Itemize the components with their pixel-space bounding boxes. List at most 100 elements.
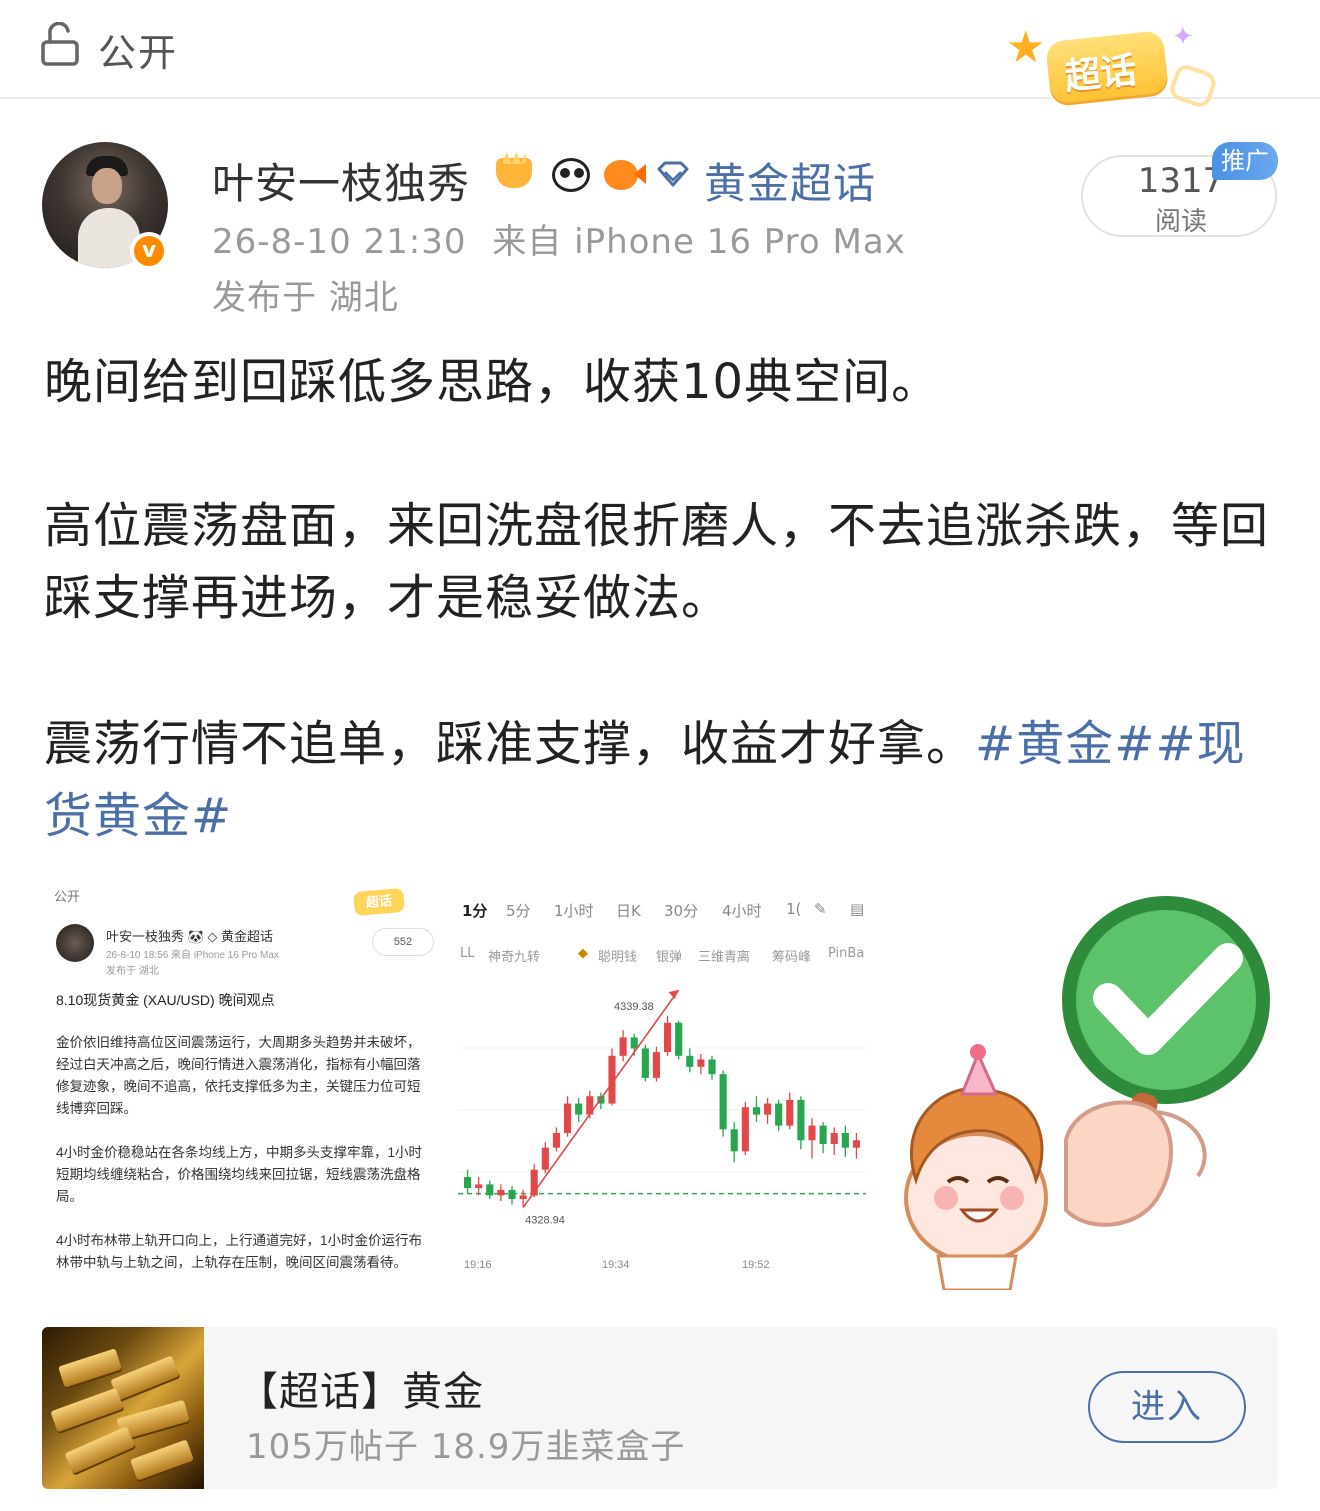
gold-bars-thumbnail bbox=[42, 1327, 204, 1489]
verified-badge-icon: v bbox=[130, 232, 168, 270]
candle-body bbox=[808, 1125, 816, 1141]
candle-body bbox=[664, 1022, 672, 1053]
candle-body bbox=[686, 1055, 694, 1067]
post-location: 发布于 湖北 bbox=[212, 278, 399, 318]
candle-body bbox=[575, 1103, 583, 1115]
candle-body bbox=[797, 1099, 805, 1141]
candle-body bbox=[652, 1052, 660, 1078]
mini-title: 8.10现货黄金 (XAU/USD) 晚间观点 bbox=[56, 992, 275, 1008]
candle-body bbox=[641, 1048, 649, 1078]
candle-body bbox=[786, 1099, 794, 1126]
candle-body bbox=[730, 1129, 738, 1152]
top-bar: 公开 ★ 超话 ✦ bbox=[0, 0, 1320, 111]
indicator: 筹码峰 bbox=[772, 950, 812, 965]
indicator: PinBa bbox=[828, 946, 865, 961]
mini-paragraph-2: 4小时金价稳稳站在各条均线上方，中期多头支撑牢靠，1小时短期均线缠绕粘合，价格围… bbox=[56, 1145, 423, 1204]
draw-tool-icon: ✎ bbox=[814, 900, 827, 918]
candle-body bbox=[486, 1184, 494, 1196]
candlestick-chart: 4339.38 4328.94 19:16 19:34 19:52 bbox=[458, 989, 866, 1271]
mini-paragraph-1: 金价依旧维持高位区间震荡运行，大周期多头趋势并未破坏，经过白天冲高之后，晚间行情… bbox=[56, 1035, 421, 1116]
calendar-icon: ▤ bbox=[850, 900, 865, 918]
image-gold-chart[interactable]: 1分 5分 1小时 日K 30分 4小时 1( ✎ ▤ LL 神奇九转 ◆ 聪明… bbox=[458, 880, 866, 1290]
candle-body bbox=[830, 1132, 838, 1144]
candle-body bbox=[841, 1132, 849, 1148]
star-icon: ★ bbox=[1006, 22, 1046, 73]
bubble-icon bbox=[1167, 61, 1219, 111]
supertopic-card[interactable]: 【超话】黄金 105万帖子 18.9万韭菜盒子 进入 bbox=[42, 1327, 1278, 1489]
mini-meta: 26-8-10 18:56 来自 iPhone 16 Pro Max bbox=[106, 950, 279, 961]
indicator: 银弹 bbox=[656, 950, 683, 965]
candle-body bbox=[508, 1189, 516, 1200]
candle-body bbox=[619, 1037, 627, 1056]
mini-author-name: 叶安一枝独秀 🐼 ◇ 黄金超话 bbox=[106, 929, 274, 944]
supertopic-stats: 105万帖子 18.9万韭菜盒子 bbox=[246, 1427, 686, 1467]
image-post-screenshot[interactable]: 公开 超话 叶安一枝独秀 🐼 ◇ 黄金超话 26-8-10 18:56 来自 i… bbox=[42, 880, 440, 1290]
indicator: LL bbox=[460, 946, 475, 961]
chart-tab: 1分 bbox=[462, 902, 488, 920]
author-name[interactable]: 叶安一枝独秀 bbox=[212, 150, 470, 211]
supertopic-badge-label: 超话 bbox=[1062, 50, 1139, 99]
candle-body bbox=[775, 1103, 783, 1126]
candle-body bbox=[852, 1140, 860, 1148]
supertopic-title: 【超话】黄金 bbox=[238, 1369, 484, 1415]
candle-body bbox=[475, 1184, 483, 1189]
mini-paragraph-3: 4小时布林带上轨开口向上，上行通道完好，1小时金价运行布林带中轨与上轨之间，上轨… bbox=[56, 1233, 423, 1270]
candle-body bbox=[719, 1074, 727, 1130]
crown-badge-icon[interactable] bbox=[488, 152, 538, 198]
sparkle-icon: ✦ bbox=[1172, 22, 1194, 52]
panda-badge-icon[interactable] bbox=[546, 152, 596, 198]
indicator: 三维青离 bbox=[698, 950, 751, 965]
candle-body bbox=[464, 1177, 472, 1189]
post-timestamp: 26-8-10 21:30 bbox=[212, 222, 467, 262]
unlock-icon bbox=[41, 22, 79, 66]
post-paragraph-3-text: 震荡行情不追单，踩准支撑，收益才好拿。 bbox=[44, 716, 976, 772]
post-paragraph-1: 晚间给到回踩低多思路，收获10典空间。 bbox=[44, 354, 941, 410]
candle-body bbox=[675, 1022, 683, 1056]
candle-body bbox=[708, 1059, 716, 1075]
post-meta: 26-8-10 21:30 来自 iPhone 16 Pro Max bbox=[212, 214, 906, 263]
mini-location: 发布于 湖北 bbox=[106, 966, 159, 977]
chart-tab: 30分 bbox=[664, 902, 699, 920]
time-axis-label: 19:16 bbox=[464, 1259, 492, 1271]
mini-read-count: 552 bbox=[372, 928, 434, 956]
post-paragraph-3: 震荡行情不追单，踩准支撑，收益才好拿。#黄金##现货黄金# bbox=[44, 708, 1284, 852]
image-check-sticker[interactable] bbox=[876, 880, 1280, 1290]
candle-body bbox=[819, 1125, 827, 1144]
read-count-label: 阅读 bbox=[1154, 207, 1207, 237]
candle-body bbox=[519, 1195, 527, 1200]
chart-tab: 1( bbox=[786, 900, 802, 918]
candle-body bbox=[497, 1189, 505, 1196]
candle-body bbox=[741, 1107, 749, 1152]
post-source: 来自 iPhone 16 Pro Max bbox=[492, 222, 906, 262]
time-axis-label: 19:34 bbox=[602, 1259, 630, 1271]
chart-indicator-row: LL 神奇九转 ◆ 聪明钱 银弹 三维青离 筹码峰 PinBa bbox=[458, 946, 866, 970]
diamond-indicator-icon: ◆ bbox=[578, 946, 588, 961]
mini-supertopic-badge: 超话 bbox=[353, 887, 405, 917]
trend-arrow-head bbox=[668, 990, 679, 999]
candle-body bbox=[564, 1103, 572, 1133]
thumbs-up-check-sticker bbox=[904, 896, 1270, 1290]
candle-body bbox=[764, 1103, 772, 1115]
indicator: 神奇九转 bbox=[488, 950, 541, 965]
chart-tab: 4小时 bbox=[722, 902, 762, 920]
indicator: 聪明钱 bbox=[598, 950, 638, 965]
topic-link[interactable]: 黄金超话 bbox=[704, 150, 876, 211]
candle-body bbox=[697, 1059, 705, 1067]
post-paragraph-2: 高位震荡盘面，来回洗盘很折磨人，不去追涨杀跌，等回踩支撑再进场，才是稳妥做法。 bbox=[44, 498, 1270, 626]
visibility-label: 公开 bbox=[98, 31, 179, 75]
candle-body bbox=[630, 1037, 638, 1049]
fish-badge-icon[interactable] bbox=[600, 152, 650, 198]
candle-body bbox=[752, 1107, 760, 1115]
mini-avatar bbox=[56, 924, 94, 962]
chart-timeframe-tabs: 1分 5分 1小时 日K 30分 4小时 1( ✎ ▤ bbox=[458, 900, 866, 928]
enter-button[interactable]: 进入 bbox=[1088, 1371, 1246, 1443]
low-price-label: 4328.94 bbox=[525, 1215, 565, 1227]
promote-tag[interactable]: 推广 bbox=[1212, 142, 1278, 180]
chart-tab: 1小时 bbox=[554, 902, 594, 920]
mini-public-label: 公开 bbox=[54, 889, 81, 904]
high-price-label: 4339.38 bbox=[614, 1001, 654, 1013]
trend-arrow bbox=[522, 989, 680, 1209]
diamond-icon bbox=[657, 161, 689, 187]
supertopic-badge[interactable]: ★ 超话 ✦ bbox=[1004, 18, 1219, 114]
chart-tab: 日K bbox=[616, 902, 641, 920]
